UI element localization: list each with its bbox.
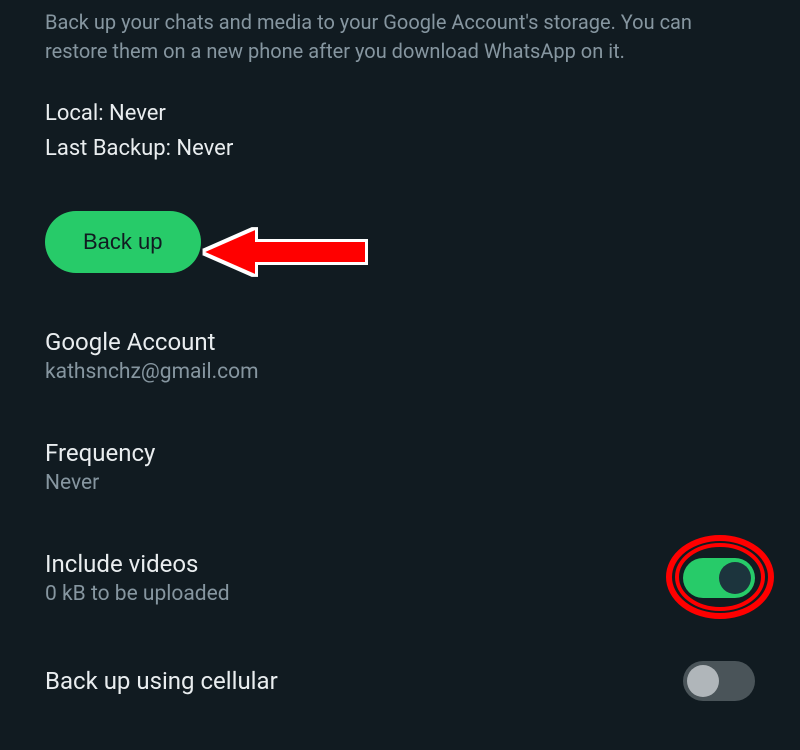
include-videos-title: Include videos: [45, 550, 683, 578]
frequency-title: Frequency: [45, 439, 755, 467]
include-videos-row: Include videos 0 kB to be uploaded: [45, 550, 755, 606]
cellular-row: Back up using cellular: [45, 661, 755, 701]
google-account-row[interactable]: Google Account kathsnchz@gmail.com: [45, 328, 755, 384]
frequency-value: Never: [45, 471, 755, 495]
annotation-arrow: [195, 222, 375, 286]
cellular-title: Back up using cellular: [45, 667, 683, 695]
backup-description: Back up your chats and media to your Goo…: [45, 0, 755, 96]
cellular-toggle[interactable]: [683, 661, 755, 701]
backup-button[interactable]: Back up: [45, 211, 201, 273]
google-account-value: kathsnchz@gmail.com: [45, 360, 755, 384]
google-account-title: Google Account: [45, 328, 755, 356]
include-videos-sub: 0 kB to be uploaded: [45, 582, 683, 606]
last-backup-status: Last Backup: Never: [45, 131, 755, 166]
include-videos-toggle[interactable]: [683, 558, 755, 598]
frequency-row[interactable]: Frequency Never: [45, 439, 755, 495]
local-status: Local: Never: [45, 96, 755, 131]
